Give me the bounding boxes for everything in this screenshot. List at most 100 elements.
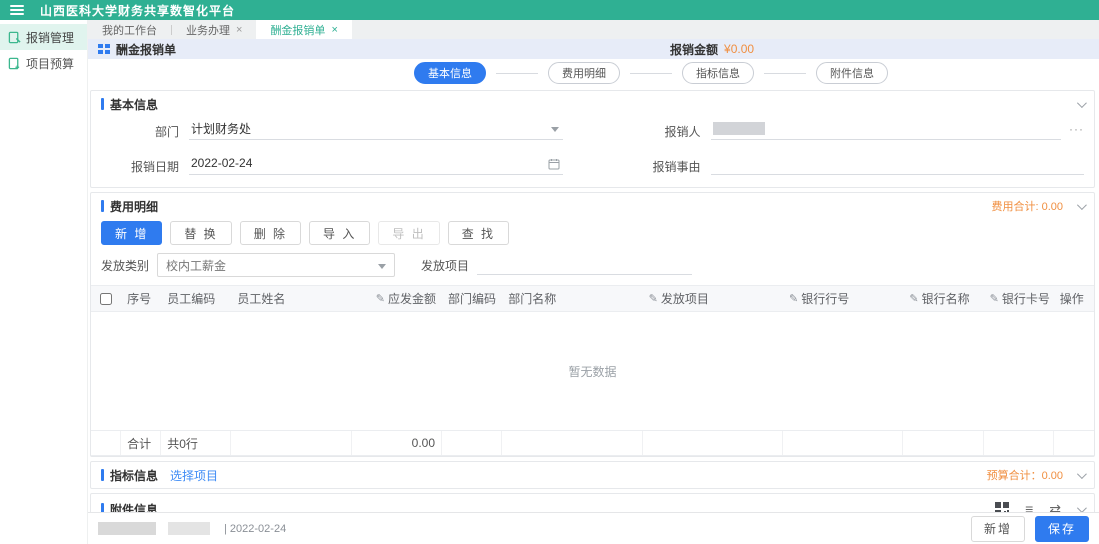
section-title: 指标信息 xyxy=(110,468,159,483)
col-seq: 序号 xyxy=(127,292,152,306)
step-expense-details[interactable]: 费用明细 xyxy=(548,62,620,84)
attachment-info-section: 附件信息 ≡ ⇄ xyxy=(90,493,1095,512)
category-value: 校内工薪金 xyxy=(166,258,227,273)
tab-remuneration-form[interactable]: 酬金报销单 × xyxy=(256,20,352,39)
tab-label: 酬金报销单 xyxy=(270,24,326,37)
section-marker xyxy=(101,503,104,512)
section-marker xyxy=(101,200,104,212)
app-window: 山西医科大学财务共享数智化平台 报销管理 项目预算 我的工作台 业务办理 × 酬… xyxy=(0,0,1099,544)
col-dept-code: 部门编码 xyxy=(448,292,497,306)
edit-pencil-icon: ✎ xyxy=(789,293,799,305)
expense-total: 费用合计: 0.00 xyxy=(991,201,1063,213)
dropdown-caret-icon xyxy=(550,127,559,132)
claimant-input[interactable] xyxy=(710,119,1061,140)
col-bank-name: ✎ 银行名称 xyxy=(909,292,970,306)
category-select[interactable]: 校内工薪金 xyxy=(157,253,396,277)
section-marker xyxy=(101,98,104,110)
select-project-link[interactable]: 选择项目 xyxy=(170,467,218,484)
top-bar: 山西医科大学财务共享数智化平台 xyxy=(0,0,1099,20)
col-operation: 操作 xyxy=(1059,292,1084,306)
expense-details-section: 费用明细 费用合计: 0.00 新 增 替 换 删 除 导 入 导 出 查 找 xyxy=(90,192,1095,457)
project-label: 发放项目 xyxy=(421,258,470,273)
dropdown-caret-icon xyxy=(378,264,387,269)
form-title-strip: 酬金报销单 报销金额 ¥0.00 xyxy=(88,39,1099,59)
delete-button[interactable]: 删 除 xyxy=(239,221,302,245)
edit-pencil-icon: ✎ xyxy=(909,293,919,305)
form-body: 基本信息 部门 计划财务处 报销人 ··· 报销日期 2022-02-24 报销… xyxy=(88,87,1099,512)
section-title: 附件信息 xyxy=(110,502,159,513)
step-indicator: 基本信息 费用明细 指标信息 附件信息 xyxy=(203,59,1099,87)
edit-pencil-icon: ✎ xyxy=(648,293,658,305)
edit-pencil-icon: ✎ xyxy=(989,293,999,305)
budget-total: 预算合计：0.00 xyxy=(986,470,1063,482)
collapse-chevron-icon[interactable] xyxy=(1076,502,1087,512)
sidebar-item-reimbursement-management[interactable]: 报销管理 xyxy=(0,24,87,50)
sidebar-item-project-budget[interactable]: 项目预算 xyxy=(0,50,87,76)
tab-label: 业务办理 xyxy=(186,24,230,37)
step-connector xyxy=(764,72,806,74)
col-employee-name: 员工姓名 xyxy=(237,292,286,306)
basic-info-section: 基本信息 部门 计划财务处 报销人 ··· 报销日期 2022-02-24 报销… xyxy=(90,90,1095,188)
field-label: 报销人 xyxy=(664,125,701,139)
summary-label: 合计 xyxy=(121,431,162,455)
tab-business-handling[interactable]: 业务办理 × xyxy=(172,20,256,39)
department-select[interactable]: 计划财务处 xyxy=(189,119,563,140)
col-employee-code: 员工编码 xyxy=(167,292,216,306)
reimbursement-date-field: 报销日期 2022-02-24 xyxy=(101,154,563,175)
document-plus-icon xyxy=(8,57,20,69)
document-edit-icon xyxy=(8,31,21,43)
page-title: 酬金报销单 xyxy=(116,42,177,57)
reason-field: 报销事由 xyxy=(623,154,1084,175)
sidebar: 报销管理 项目预算 xyxy=(0,20,88,544)
step-attachment-info[interactable]: 附件信息 xyxy=(816,62,888,84)
claimant-picker-button[interactable]: ··· xyxy=(1069,122,1084,140)
collapse-chevron-icon[interactable] xyxy=(1076,468,1087,479)
step-indicator-info[interactable]: 指标信息 xyxy=(682,62,754,84)
section-title: 基本信息 xyxy=(110,97,159,112)
import-button[interactable]: 导 入 xyxy=(309,221,371,245)
close-icon[interactable]: × xyxy=(331,24,337,36)
col-bank-branch-no: ✎ 银行行号 xyxy=(789,292,850,306)
table-summary-row: 合计 共0行 0.00 xyxy=(91,430,1094,456)
list-view-icon[interactable]: ≡ xyxy=(1025,502,1033,512)
col-bank-card-no: ✎ 银行卡号 xyxy=(989,292,1050,306)
save-button[interactable]: 保存 xyxy=(1035,515,1089,542)
swap-arrows-icon[interactable]: ⇄ xyxy=(1049,502,1061,512)
collapse-chevron-icon[interactable] xyxy=(1076,97,1087,108)
summary-amount: 0.00 xyxy=(352,431,443,455)
section-marker xyxy=(101,469,104,481)
close-icon[interactable]: × xyxy=(236,24,242,36)
creation-date: | 2022-02-24 xyxy=(224,522,287,535)
sidebar-item-label: 报销管理 xyxy=(26,30,75,45)
reason-input[interactable] xyxy=(710,154,1084,175)
add-row-button[interactable]: 新 增 xyxy=(101,221,163,245)
reimbursement-amount: 报销金额 ¥0.00 xyxy=(670,39,754,59)
expense-toolbar: 新 增 替 换 删 除 导 入 导 出 查 找 xyxy=(91,219,1094,251)
tab-my-workbench[interactable]: 我的工作台 xyxy=(88,20,171,39)
redacted-creator-name xyxy=(98,522,156,535)
claimant-field: 报销人 ··· xyxy=(623,119,1085,140)
qr-code-icon[interactable] xyxy=(995,502,1010,512)
export-button: 导 出 xyxy=(378,221,440,245)
edit-pencil-icon: ✎ xyxy=(375,293,385,305)
department-value: 计划财务处 xyxy=(191,121,252,136)
indicator-info-section: 指标信息 选择项目 预算合计：0.00 xyxy=(90,461,1095,489)
hamburger-menu-icon[interactable] xyxy=(10,5,24,15)
date-value: 2022-02-24 xyxy=(191,156,253,170)
tab-label: 我的工作台 xyxy=(102,24,157,37)
project-input[interactable] xyxy=(477,255,693,275)
form-grid-icon xyxy=(98,44,110,54)
find-button[interactable]: 查 找 xyxy=(447,221,510,245)
select-all-checkbox[interactable] xyxy=(100,292,113,305)
footer-add-button[interactable]: 新增 xyxy=(971,515,1025,542)
redacted-creator-id xyxy=(168,522,210,535)
collapse-chevron-icon[interactable] xyxy=(1076,199,1087,210)
date-picker-input[interactable]: 2022-02-24 xyxy=(189,154,563,175)
empty-state: 暂无数据 xyxy=(568,364,617,379)
replace-button[interactable]: 替 换 xyxy=(170,221,232,245)
step-basic-info[interactable]: 基本信息 xyxy=(414,62,486,84)
amount-label: 报销金额 xyxy=(670,42,719,57)
department-field: 部门 计划财务处 xyxy=(101,119,563,140)
field-label: 报销日期 xyxy=(130,160,179,174)
section-title: 费用明细 xyxy=(110,199,159,214)
